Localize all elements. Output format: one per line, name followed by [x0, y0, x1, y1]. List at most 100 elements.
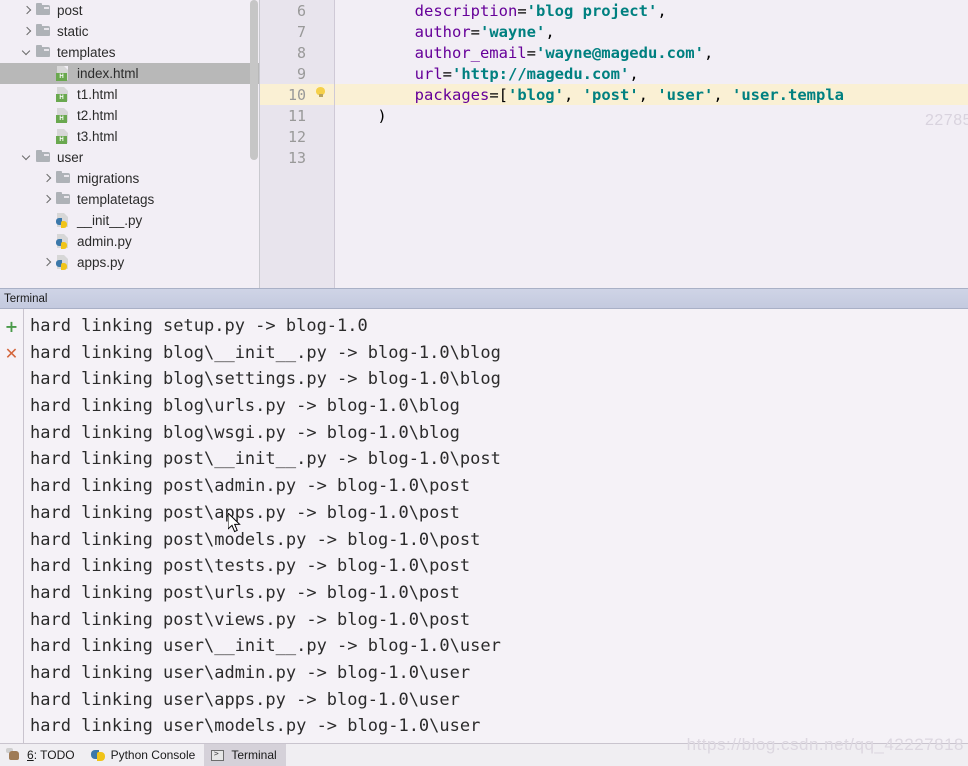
- tree-item-label: index.html: [77, 66, 139, 81]
- tree-item-t1-html[interactable]: Ht1.html: [0, 84, 260, 105]
- token-param: packages: [414, 85, 490, 104]
- code-line[interactable]: 8 author_email='wayne@magedu.com',: [260, 42, 968, 63]
- code-line-background: [335, 147, 968, 168]
- chevron-right-icon[interactable]: [20, 0, 35, 21]
- folder-icon: [35, 42, 53, 63]
- tree-item-post[interactable]: post: [0, 0, 260, 21]
- chevron-right-icon[interactable]: [20, 21, 35, 42]
- ide-window: post static templates Hindex.html Ht1.html Ht…: [0, 0, 968, 766]
- code-line[interactable]: 7 author='wayne',: [260, 21, 968, 42]
- tree-item-t2-html[interactable]: Ht2.html: [0, 105, 260, 126]
- code-line[interactable]: 11 ): [260, 105, 968, 126]
- code-line[interactable]: 9 url='http://magedu.com',: [260, 63, 968, 84]
- code-text: packages=['blog', 'post', 'user', 'user.…: [334, 86, 844, 104]
- status-item-terminal[interactable]: Terminal: [204, 744, 286, 766]
- tree-item-label: t1.html: [77, 87, 118, 102]
- close-icon[interactable]: ✕: [3, 345, 20, 362]
- token-str: 'post': [582, 85, 639, 104]
- folder-tab: [64, 195, 69, 198]
- token-str: 'blog project': [526, 1, 658, 20]
- terminal-line: hard linking user\apps.py -> blog-1.0\us…: [30, 689, 460, 710]
- status-item-python-console[interactable]: Python Console: [84, 744, 205, 766]
- console-box: [211, 749, 225, 761]
- terminal-box-icon: [210, 747, 226, 763]
- terminal-line: hard linking user\admin.py -> blog-1.0\u…: [30, 662, 471, 683]
- tree-item-label: user: [57, 150, 84, 165]
- token-punct: ,: [657, 1, 667, 20]
- tree-item-label: admin.py: [77, 234, 132, 249]
- terminal-line: hard linking blog\__init__.py -> blog-1.…: [30, 342, 501, 363]
- gutter-hint-slot: [306, 84, 334, 105]
- terminal-line: hard linking post\models.py -> blog-1.0\…: [30, 529, 481, 550]
- terminal-line: hard linking blog\settings.py -> blog-1.…: [30, 369, 501, 390]
- tree-item-user[interactable]: user: [0, 147, 260, 168]
- gutter-hint-slot: [306, 21, 334, 42]
- project-tree-list: post static templates Hindex.html Ht1.html Ht…: [0, 0, 260, 273]
- tree-item-index-html[interactable]: Hindex.html: [0, 63, 260, 84]
- tree-item-migrations[interactable]: migrations: [0, 168, 260, 189]
- folder-icon: [55, 168, 73, 189]
- code-line[interactable]: 12: [260, 126, 968, 147]
- python-icon: [90, 747, 106, 763]
- terminal-line: hard linking user\models.py -> blog-1.0\…: [30, 716, 481, 737]
- token-param: url: [414, 64, 443, 83]
- tree-item-templatetags[interactable]: templatetags: [0, 189, 260, 210]
- token-str: 'wayne@magedu.com': [535, 43, 704, 62]
- add-icon[interactable]: +: [3, 318, 20, 335]
- html-file-icon: H: [55, 126, 73, 147]
- chevron-down-icon[interactable]: [20, 147, 35, 168]
- code-editor-pane[interactable]: 6 description='blog project', 7 author='w…: [260, 0, 968, 288]
- tree-item-apps-py[interactable]: apps.py: [0, 252, 260, 273]
- gutter-hint-slot: [306, 63, 334, 84]
- no-arrow-spacer: [40, 84, 55, 105]
- chevron-right-icon[interactable]: [40, 168, 55, 189]
- terminal-panel: Terminal + ✕ hard linking setup.py -> bl…: [0, 288, 968, 744]
- tree-item-static[interactable]: static: [0, 21, 260, 42]
- tree-item-label: templates: [57, 45, 116, 60]
- status-bar: 6: TODO Python Console Terminal: [0, 743, 968, 766]
- project-tree-pane[interactable]: post static templates Hindex.html Ht1.html Ht…: [0, 0, 260, 288]
- folder-icon: [35, 0, 53, 21]
- tree-item-templates[interactable]: templates: [0, 42, 260, 63]
- chevron-right-icon[interactable]: [40, 189, 55, 210]
- tree-item-init-py[interactable]: __init__.py: [0, 210, 260, 231]
- code-line[interactable]: 13: [260, 147, 968, 168]
- project-tree-scrollbar[interactable]: [250, 0, 258, 288]
- terminal-header[interactable]: Terminal: [0, 288, 968, 309]
- person-head: [9, 751, 19, 760]
- line-number: 7: [296, 22, 306, 41]
- python-file-icon: [55, 210, 73, 231]
- status-item-6-todo[interactable]: 6: TODO: [0, 744, 84, 766]
- code-line-background: [335, 105, 968, 126]
- terminal-line: hard linking post\views.py -> blog-1.0\p…: [30, 609, 471, 630]
- snake-yellow: [61, 263, 67, 270]
- code-area[interactable]: 6 description='blog project', 7 author='w…: [260, 0, 968, 288]
- tree-item-admin-py[interactable]: admin.py: [0, 231, 260, 252]
- gutter-hint-slot: [306, 0, 334, 21]
- tree-item-t3-html[interactable]: Ht3.html: [0, 126, 260, 147]
- folder-icon: [35, 147, 53, 168]
- no-arrow-spacer: [40, 63, 55, 84]
- html-file-icon: H: [55, 84, 73, 105]
- terminal-output: hard linking setup.py -> blog-1.0 hard li…: [24, 309, 968, 744]
- chevron-down-icon[interactable]: [20, 42, 35, 63]
- scrollbar-thumb[interactable]: [250, 0, 258, 160]
- chevron-right-icon[interactable]: [40, 252, 55, 273]
- token-punct: ,: [638, 85, 658, 104]
- no-arrow-spacer: [40, 126, 55, 147]
- code-line[interactable]: 6 description='blog project',: [260, 0, 968, 21]
- token-str: 'http://magedu.com': [452, 64, 630, 83]
- terminal-body[interactable]: + ✕ hard linking setup.py -> blog-1.0 har…: [0, 309, 968, 744]
- gutter-hint-slot: [306, 105, 334, 126]
- folder-tab: [44, 27, 49, 30]
- line-number: 6: [296, 1, 306, 20]
- lightbulb-icon[interactable]: [316, 87, 325, 97]
- bulb-base: [318, 94, 323, 97]
- code-line[interactable]: 10 packages=['blog', 'post', 'user', 'us…: [260, 84, 968, 105]
- code-text: description='blog project',: [334, 2, 667, 20]
- code-text: url='http://magedu.com',: [334, 65, 639, 83]
